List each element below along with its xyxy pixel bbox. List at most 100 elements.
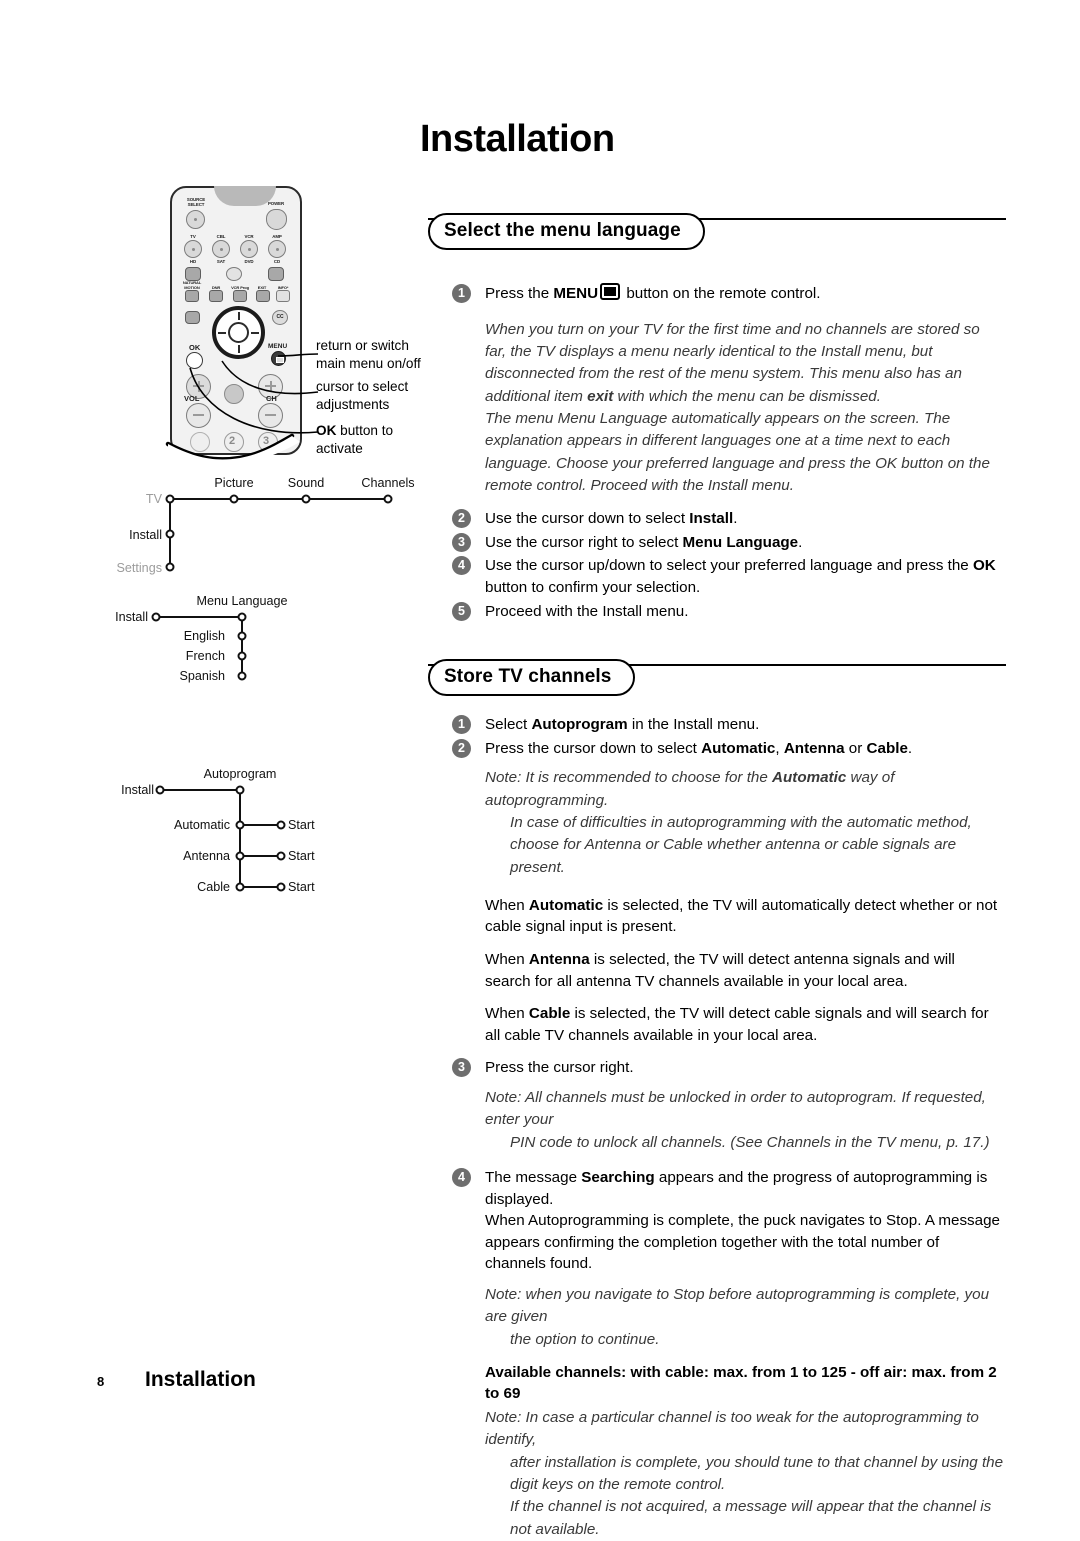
para-automatic: When Automatic is selected, the TV will … <box>485 896 998 936</box>
step-item: 2 Press the cursor down to select Automa… <box>452 738 1004 760</box>
note-weak-channel-b: after installation is complete, you shou… <box>510 1453 1004 1494</box>
tree-node-autoprogram[interactable] <box>235 785 245 795</box>
callout-menu-line2: main menu on/off <box>316 355 421 371</box>
tree-node-start-1[interactable] <box>276 820 286 830</box>
note-automatic-difficulties: In case of difficulties in autoprogrammi… <box>510 813 972 876</box>
step-item: 1 Press the MENU button on the remote co… <box>452 283 1004 305</box>
tree-menu-language: Menu Language Install English French Spa… <box>100 592 400 692</box>
step-badge-3: 3 <box>452 532 471 552</box>
tree-node-picture[interactable] <box>229 494 239 504</box>
tree-label-install-2: Install <box>115 610 148 624</box>
tree-node-settings[interactable] <box>165 562 175 572</box>
tree-label-settings: Settings <box>116 561 162 575</box>
tree-label-french: French <box>185 649 225 663</box>
note-weak-channel-c: If the channel is not acquired, a messag… <box>510 1498 992 1538</box>
para-cable: When Cable is selected, the TV will dete… <box>485 1005 989 1044</box>
callout-cursor-line2: adjustments <box>316 396 390 412</box>
step-item: 3 Press the cursor right. <box>452 1057 1004 1079</box>
store-step-badge-4: 4 <box>452 1167 471 1187</box>
note-automatic-recommended: Note: It is recommended to choose for th… <box>485 769 895 809</box>
note-menu-language: The menu Menu Language automatically app… <box>485 409 990 494</box>
tree-edge-horizontal <box>170 498 390 501</box>
note-weak-channel-a: Note: In case a particular channel is to… <box>485 1409 979 1449</box>
section-body-select-menu-language: 1 Press the MENU button on the remote co… <box>452 283 1004 624</box>
callout-ok-line2: activate <box>316 440 363 456</box>
tree-label-sound: Sound <box>287 476 325 490</box>
tree-node-antenna[interactable] <box>235 851 245 861</box>
para-antenna: When Antenna is selected, the TV will de… <box>485 951 955 990</box>
tree-label-antenna: Antenna <box>183 849 230 863</box>
tree-node-cable[interactable] <box>235 882 245 892</box>
step-text-4: Use the cursor up/down to select your pr… <box>485 557 996 597</box>
step-text-3: Use the cursor right to select Menu Lang… <box>485 533 803 551</box>
step-badge-5: 5 <box>452 601 471 621</box>
note-stop-b: the option to continue. <box>510 1330 660 1348</box>
step-text-2: Use the cursor down to select Install. <box>485 510 738 528</box>
tree-node-start-2[interactable] <box>276 851 286 861</box>
tree-label-automatic: Automatic <box>174 818 230 832</box>
tree-label-tv: TV <box>145 492 162 506</box>
tree-edge-lang-vertical <box>241 616 244 676</box>
store-step-text-1: Select Autoprogram in the Install menu. <box>485 716 760 733</box>
tree-label-start-3: Start <box>288 880 315 894</box>
step-badge-4: 4 <box>452 556 471 576</box>
tree-label-spanish: Spanish <box>179 669 225 683</box>
callout-cursor: cursor to select adjustments <box>316 378 408 414</box>
menu-screen-icon <box>600 283 621 300</box>
step-1-suffix: button on the remote control. <box>622 285 821 302</box>
store-step-text-2: Press the cursor down to select Automati… <box>485 739 913 757</box>
step-item: 1 Select Autoprogram in the Install menu… <box>452 714 1004 736</box>
tree-edge-install-to-lang <box>156 616 242 619</box>
footer-page-number: 8 <box>97 1374 105 1389</box>
callout-cursor-line1: cursor to select <box>316 379 409 394</box>
tree-node-install-2[interactable] <box>151 612 161 622</box>
step-badge-2: 2 <box>452 509 471 529</box>
store-step-text-3: Press the cursor right. <box>485 1059 634 1077</box>
step-1-bold: MENU <box>553 285 599 302</box>
step-item: 2 Use the cursor down to select Install. <box>452 508 1004 530</box>
tree-autoprogram: Autoprogram Install Automatic Antenna Ca… <box>100 765 430 905</box>
tree-node-start-3[interactable] <box>276 882 286 892</box>
note-first-time: When you turn on your TV for the first t… <box>485 320 980 405</box>
tree-edge-auto-vertical <box>239 789 242 887</box>
tree-label-install-3: Install <box>121 783 154 797</box>
tree-label-start-1: Start <box>288 818 315 832</box>
tree-tv-menu: Picture Sound Channels TV Install Settin… <box>100 470 430 585</box>
store-step-badge-3: 3 <box>452 1058 471 1078</box>
tree-edge-antenna-start <box>239 855 281 858</box>
tree-node-tv[interactable] <box>165 494 175 504</box>
tree-label-english: English <box>183 629 225 643</box>
tree-label-menu-language: Menu Language <box>196 594 288 608</box>
step-text-5: Proceed with the Install menu. <box>485 602 689 620</box>
section-title-1: Select the menu language <box>428 213 705 250</box>
note-unlock-a: Note: All channels must be unlocked in o… <box>485 1088 986 1129</box>
step-item: 4 The message Searching appears and the … <box>452 1167 1004 1275</box>
callout-ok-bold: OK <box>316 423 337 438</box>
store-step-badge-2: 2 <box>452 738 471 758</box>
tree-edge-automatic-start <box>239 824 281 827</box>
tree-edge-cable-start <box>239 886 281 889</box>
tree-node-channels[interactable] <box>383 494 393 504</box>
step-1-prefix: Press the <box>485 285 554 302</box>
page-title: Installation <box>420 118 615 160</box>
tree-node-install[interactable] <box>165 529 175 539</box>
tree-node-sound[interactable] <box>301 494 311 504</box>
section-header-store-tv-channels: Store TV channels <box>428 659 1006 699</box>
tree-label-start-2: Start <box>288 849 315 863</box>
remote-control-illustration: SOURCE SELECT POWER TV CBL VCR AMP HD SAT… <box>160 186 319 466</box>
tree-node-automatic[interactable] <box>235 820 245 830</box>
section-title-2: Store TV channels <box>428 659 636 696</box>
tree-node-spanish[interactable] <box>237 671 247 681</box>
tree-label-autoprogram: Autoprogram <box>203 767 277 781</box>
step-text-1: Press the MENU button on the remote cont… <box>485 283 821 302</box>
tree-node-menu-language[interactable] <box>237 612 247 622</box>
tree-label-picture: Picture <box>214 476 254 490</box>
section-body-store-tv-channels: 1 Select Autoprogram in the Install menu… <box>452 714 1004 1541</box>
tree-node-english[interactable] <box>237 631 247 641</box>
tree-node-install-3[interactable] <box>155 785 165 795</box>
step-item: 5 Proceed with the Install menu. <box>452 601 1004 623</box>
tree-node-french[interactable] <box>237 651 247 661</box>
available-channels: Available channels: with cable: max. fro… <box>485 1363 997 1403</box>
note-stop-a: Note: when you navigate to Stop before a… <box>485 1285 990 1326</box>
